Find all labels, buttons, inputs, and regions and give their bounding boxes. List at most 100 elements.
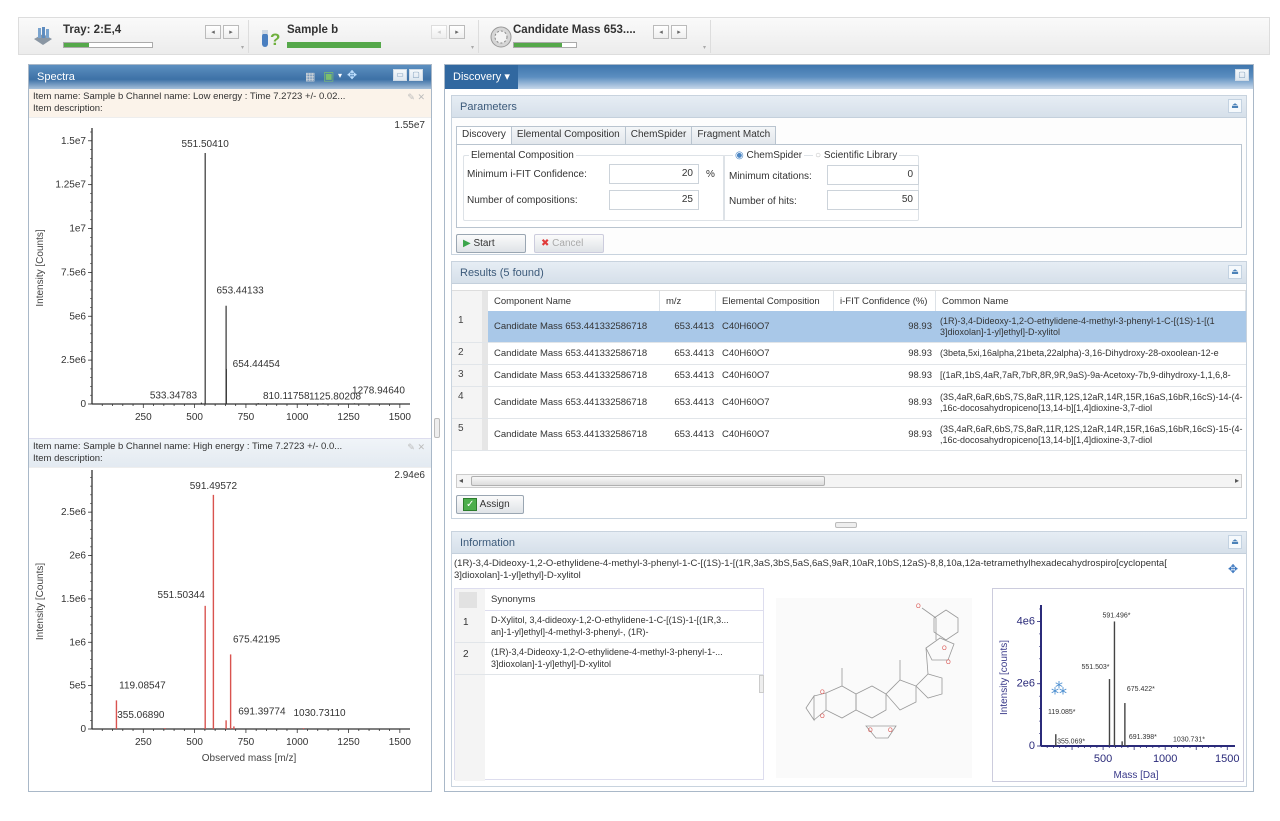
peak-label: 355.06890 [117,710,165,721]
cell-common-name: (3S,4aR,6aR,6bS,7S,8aR,11R,12S,12aR,14R,… [940,419,1246,450]
synonym-line: an]-1-yl]ethyl]-4-methyl-3-phenyl-, (1R)… [491,627,649,637]
peak-label: 1030.73110 [293,708,346,719]
cell-common-name: [(1aR,1bS,4aR,7aR,7bR,8R,9R,9aS)-9a-Acet… [940,365,1246,386]
fragment-spectrum-area: 500 1000 1500 0 2e6 4e6 Intensity [counts] Mass… [992,588,1244,782]
table-row[interactable]: 2 Candidate Mass 653.441332586718 653.4413… [452,343,1246,365]
collapse-icon[interactable]: ⏏ [1228,265,1242,279]
tab-discovery[interactable]: Discovery [456,126,512,145]
table-row[interactable]: 1 Candidate Mass 653.441332586718 653.4413… [452,311,1246,343]
checkbox-icon: ✓ [463,498,478,511]
crumb-sample[interactable]: ? Sample b ◂ ▸ ▾ [251,20,479,53]
x-tick-label: 1500 [389,412,412,423]
table-row[interactable]: 3 Candidate Mass 653.441332586718 653.4413… [452,365,1246,387]
chevron-down-icon[interactable]: ▾ [703,44,706,51]
crumb-title: Tray: 2:E,4 [63,24,122,36]
synonym-row[interactable]: 2 (1R)-3,4-Dideoxy-1,2-O-ethylidene-4-met… [455,643,763,675]
table-row[interactable]: 5 Candidate Mass 653.441332586718 653.4413… [452,419,1246,451]
table-icon[interactable]: ▦ [305,70,315,83]
item-name-line: Item name: Sample b Channel name: Low en… [33,91,346,102]
min-citations-input[interactable]: 0 [827,165,919,185]
radio-chemspider[interactable]: ◉ ChemSpider [733,150,805,161]
prev-button[interactable]: ◂ [431,25,447,39]
maximize-icon[interactable]: ▢ [409,69,423,81]
peak-label: 675.422* [1127,686,1155,693]
sample-unknown-icon: ? [259,25,283,49]
num-compositions-label: Number of compositions: [467,195,578,206]
item-description-line: Item description: [33,103,103,114]
pan-icon[interactable]: ✥ [1228,562,1238,576]
tab-fragment-match[interactable]: Fragment Match [691,126,777,144]
button-label: Start [473,238,495,249]
column-header-synonyms[interactable]: Synonyms [485,589,763,611]
x-tick-label: 1000 [1153,753,1177,765]
next-button[interactable]: ▸ [449,25,465,39]
collapse-icon[interactable]: ⏏ [1228,535,1242,549]
low-energy-spectrum-chart[interactable]: 250 500 750 1000 1250 150002.5e65e67.5e61e71.… [29,118,431,438]
chevron-down-icon[interactable]: ▾ [241,44,244,51]
prev-button[interactable]: ◂ [653,25,669,39]
next-button[interactable]: ▸ [671,25,687,39]
dropdown-icon[interactable]: ▾ [338,71,342,80]
num-hits-label: Number of hits: [729,196,797,207]
maximize-icon[interactable]: ▢ [1235,69,1249,81]
peak-label: 653.44133 [216,286,264,297]
assign-button[interactable]: ✓ Assign [456,495,524,514]
start-button[interactable]: ▶ Start [456,234,526,253]
high-energy-spectrum-chart[interactable]: 250 500 750 1000 1250 1500 0 5e5 1e6 1.5e6 2e6 2.5e… [29,468,431,818]
peak-label: 119.08547 [119,680,166,691]
crumb-candidate[interactable]: Candidate Mass 653.... ◂ ▸ ▾ [481,20,711,53]
pin-close-icon[interactable]: ✎ ✕ [407,441,425,453]
y-tick-label: 2e6 [69,551,86,562]
scroll-right-icon[interactable]: ▸ [1235,476,1239,485]
minimize-icon[interactable]: ▭ [393,69,407,81]
x-tick-label: 250 [135,737,152,748]
export-icon[interactable]: ▣ [323,69,334,83]
y-axis-label: Intensity [counts] [999,640,1010,715]
crumb-tray[interactable]: Tray: 2:E,4 ◂ ▸ ▾ [23,20,249,53]
pin-close-icon[interactable]: ✎ ✕ [407,91,425,103]
column-header-ifit-confidence[interactable]: i-FIT Confidence (%) [834,291,936,311]
chevron-down-icon[interactable]: ▾ [471,44,474,51]
synonym-row[interactable]: 1 D-Xylitol, 3,4-dideoxy-1,2-O-ethylidene… [455,611,763,643]
prev-button[interactable]: ◂ [205,25,221,39]
crumb-progress [513,42,577,48]
y-tick-label: 5e5 [69,681,86,692]
tab-elemental-composition[interactable]: Elemental Composition [510,126,626,144]
spectra-panel: Spectra ▦ ▣ ▾ ✥ ▭ ▢ Item name: Sample b … [28,64,432,792]
splitter-handle[interactable] [759,675,764,693]
y-tick-label: 5e6 [69,311,86,322]
radio-scientific-library[interactable]: ○ Scientific Library [813,150,900,161]
column-header-component-name[interactable]: Component Name [488,291,660,311]
column-header-mz[interactable]: m/z [660,291,716,311]
table-row[interactable]: 4 Candidate Mass 653.441332586718 653.4413… [452,387,1246,419]
synonyms-grid: Synonyms 1 D-Xylitol, 3,4-dideoxy-1,2-O-e… [454,588,764,781]
min-ifit-label: Minimum i-FIT Confidence: [467,169,587,180]
y-tick-label: 1.5e6 [61,594,86,605]
collapse-icon[interactable]: ⏏ [1228,99,1242,113]
horizontal-splitter-handle[interactable] [835,522,857,528]
cell-elemental-composition: C40H60O7 [722,348,770,359]
x-tick-label: 1000 [286,737,309,748]
y-tick-label: 7.5e6 [61,267,86,278]
next-button[interactable]: ▸ [223,25,239,39]
tab-chemspider[interactable]: ChemSpider [624,126,693,144]
column-header-common-name[interactable]: Common Name [936,291,1246,311]
cell-common-name: (1R)-3,4-Dideoxy-1,2-O-ethylidene-4-meth… [940,311,1246,342]
select-all-corner[interactable] [459,592,477,608]
horizontal-scrollbar[interactable]: ◂ ▸ [456,474,1242,488]
scrollbar-thumb[interactable] [471,476,825,486]
scroll-left-icon[interactable]: ◂ [459,476,463,485]
panel-title: Spectra [37,71,75,83]
fragment-spectrum-chart[interactable]: 500 1000 1500 0 2e6 4e6 Intensity [counts] Mass… [993,589,1243,781]
pan-icon[interactable]: ✥ [347,68,357,82]
x-tick-label: 250 [135,412,152,423]
num-compositions-input[interactable]: 25 [609,190,699,210]
column-header-elemental-composition[interactable]: Elemental Composition [716,291,834,311]
cancel-button[interactable]: ✖ Cancel [534,234,604,253]
vertical-splitter-handle[interactable] [434,418,440,438]
spectrum-info-high-energy: Item name: Sample b Channel name: High e… [29,438,431,468]
min-ifit-input[interactable]: 20 [609,164,699,184]
molecule-structure-image: O O O O O O O [776,598,972,778]
num-hits-input[interactable]: 50 [827,190,919,210]
discovery-menu-button[interactable]: Discovery ▾ [445,65,518,89]
